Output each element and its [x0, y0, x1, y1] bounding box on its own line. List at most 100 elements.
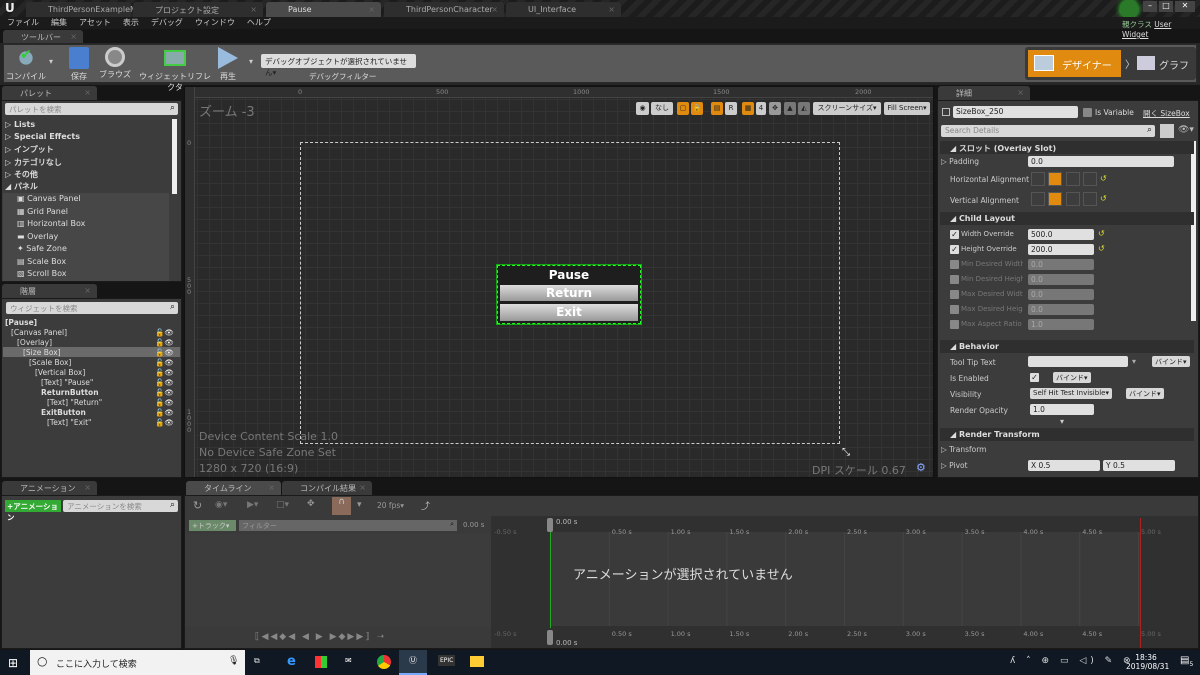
override-value-input[interactable]: 0.0: [1028, 304, 1094, 315]
lock-visibility-icon[interactable]: 🔓👁: [155, 338, 174, 347]
palette-item-horizontal-box[interactable]: ▥ Horizontal Box: [17, 219, 85, 228]
override-checkbox[interactable]: ✓: [950, 230, 959, 239]
palette-item-overlay[interactable]: ▬ Overlay: [17, 232, 58, 241]
lock-visibility-icon[interactable]: 🔓👁: [155, 378, 174, 387]
pivot-x-input[interactable]: X 0.5: [1028, 460, 1100, 471]
image-icon[interactable]: ▲: [784, 102, 796, 115]
property-matrix-button[interactable]: [1160, 124, 1174, 138]
reset-to-default-icon[interactable]: ↺: [1098, 244, 1105, 253]
store-icon[interactable]: [315, 656, 327, 668]
palette-search-input[interactable]: パレットを検索 ⌕: [5, 103, 178, 115]
widget-name-input[interactable]: SizeBox_250: [953, 106, 1078, 118]
close-icon[interactable]: ×: [250, 5, 257, 14]
section-child-layout[interactable]: ◢ Child Layout: [940, 212, 1194, 225]
tab-ui-interface[interactable]: UI_Interface ×: [506, 2, 621, 17]
taskbar-search-input[interactable]: ○ ここに入力して検索 🎙: [30, 650, 245, 675]
close-icon[interactable]: ×: [84, 88, 91, 97]
tooltip-input[interactable]: [1028, 356, 1128, 367]
hierarchy-node[interactable]: ReturnButton: [41, 388, 99, 397]
close-window-button[interactable]: ✕: [1175, 1, 1195, 12]
hierarchy-node[interactable]: [Size Box]: [23, 348, 61, 357]
reset-to-default-icon[interactable]: ↺: [1100, 174, 1107, 183]
lock-visibility-icon[interactable]: 🔓👁: [155, 348, 174, 357]
hierarchy-node[interactable]: [Vertical Box]: [35, 368, 85, 377]
palette-scrollbar[interactable]: [172, 119, 177, 194]
palette-category-special-effects[interactable]: ▷ Special Effects: [5, 132, 80, 141]
designer-canvas[interactable]: 0 500 1000 1500 2000 0 500 1000 ズーム -3 ◉…: [184, 86, 934, 478]
play-button[interactable]: 再生: [214, 47, 242, 82]
override-value-input[interactable]: 0.0: [1028, 289, 1094, 300]
menu-asset[interactable]: アセット: [79, 17, 111, 29]
menu-debug[interactable]: デバッグ: [151, 17, 183, 29]
visibility-options-eye-icon[interactable]: 👁▾: [1178, 125, 1194, 135]
palette-category-uncategorized[interactable]: ▷ カテゴリなし: [5, 157, 62, 168]
is-enabled-bind-button[interactable]: バインド▾: [1053, 372, 1091, 383]
lock-visibility-icon[interactable]: 🔓👁: [155, 418, 174, 427]
reset-to-default-icon[interactable]: ↺: [1098, 229, 1105, 238]
lock-visibility-icon[interactable]: 🔓👁: [155, 388, 174, 397]
lock-visibility-icon[interactable]: 🔓👁: [155, 398, 174, 407]
h-align-right-button[interactable]: [1066, 172, 1080, 186]
pivot-label[interactable]: ▷ Pivot: [941, 461, 968, 470]
override-checkbox[interactable]: [950, 290, 959, 299]
resize-handle[interactable]: ⤡: [842, 447, 850, 458]
lock-visibility-icon[interactable]: 🔓👁: [155, 368, 174, 377]
section-slot[interactable]: ◢ スロット (Overlay Slot): [940, 141, 1194, 154]
reset-button[interactable]: R: [725, 102, 737, 115]
clock[interactable]: 18:36 2019/08/31: [1126, 653, 1169, 671]
hierarchy-node[interactable]: ExitButton: [41, 408, 86, 417]
graph-mode-button[interactable]: グラフ: [1135, 50, 1195, 77]
override-value-input[interactable]: 0.0: [1028, 274, 1094, 285]
grid-size-dropdown[interactable]: 4: [756, 102, 766, 115]
dpi-settings-gear-icon[interactable]: ⚙: [916, 461, 926, 474]
chrome-icon[interactable]: [377, 655, 391, 669]
override-value-input[interactable]: 200.0: [1028, 244, 1094, 255]
lock-visibility-icon[interactable]: 🔓👁: [155, 408, 174, 417]
palette-item-grid-panel[interactable]: ▦ Grid Panel: [17, 207, 68, 216]
compile-button[interactable]: ✔ コンパイル: [6, 47, 46, 82]
tab-compile-results[interactable]: コンパイル結果 ×: [282, 481, 372, 495]
fps-dropdown[interactable]: 20 fps▾: [377, 501, 404, 510]
lock-visibility-icon[interactable]: 🔓👁: [155, 358, 174, 367]
menu-help[interactable]: ヘルプ: [247, 17, 271, 29]
override-value-input[interactable]: 500.0: [1028, 229, 1094, 240]
is-variable-checkbox[interactable]: [1083, 108, 1092, 117]
hierarchy-node[interactable]: [Canvas Panel]: [11, 328, 67, 337]
override-value-input[interactable]: 1.0: [1028, 319, 1094, 330]
v-align-bottom-button[interactable]: [1066, 192, 1080, 206]
debug-object-select[interactable]: デバッグオブジェクトが選択されていません▾: [261, 54, 416, 77]
tab-project-settings[interactable]: プロジェクト設定 ×: [133, 2, 263, 17]
reset-to-default-icon[interactable]: ↺: [1100, 194, 1107, 203]
menu-file[interactable]: ファイル: [7, 17, 39, 29]
section-behavior[interactable]: ◢ Behavior: [940, 340, 1194, 353]
tab-third-person-character[interactable]: ThirdPersonCharacter ×: [384, 2, 504, 17]
padding-input[interactable]: 0.0: [1028, 156, 1174, 167]
hierarchy-node[interactable]: [Text] "Return": [47, 398, 102, 407]
close-icon[interactable]: ×: [84, 286, 91, 295]
system-tray[interactable]: ʎ ˄ ⊕ ▭ ◁) ✎ ⊗: [1010, 656, 1135, 666]
mail-icon[interactable]: ✉: [345, 656, 352, 665]
palette-category-input[interactable]: ▷ インプット: [5, 144, 54, 155]
padding-label[interactable]: ▷ Padding: [941, 157, 979, 166]
designer-mode-button[interactable]: デザイナー: [1028, 50, 1121, 77]
palette-item-scale-box[interactable]: ▤ Scale Box: [17, 257, 66, 266]
visibility-dropdown[interactable]: Self Hit Test Invisible▾: [1030, 388, 1112, 399]
end-range-line[interactable]: [1140, 518, 1141, 648]
respect-locks-toggle[interactable]: ▤: [711, 102, 723, 115]
unreal-engine-taskbar-icon[interactable]: Ⓤ: [399, 650, 427, 675]
advanced-expand-icon[interactable]: ▾: [1060, 417, 1064, 426]
epic-launcher-icon[interactable]: EPIC: [438, 655, 456, 666]
v-align-top-button[interactable]: [1031, 192, 1045, 206]
stop-icon[interactable]: □▾: [276, 500, 289, 510]
file-explorer-icon[interactable]: [470, 656, 484, 667]
selected-size-box[interactable]: Pause Return Exit: [496, 264, 642, 325]
hierarchy-node[interactable]: [Pause]: [5, 318, 37, 327]
override-checkbox[interactable]: [950, 260, 959, 269]
add-animation-button[interactable]: +アニメーション: [5, 500, 61, 522]
play-options-dropdown[interactable]: ▾: [249, 57, 253, 66]
task-view-icon[interactable]: ⧉: [254, 656, 260, 666]
grid-snap-toggle[interactable]: ▦: [742, 102, 754, 115]
v-align-fill-button[interactable]: [1083, 192, 1097, 206]
tooltip-dropdown[interactable]: ▾: [1132, 357, 1136, 366]
close-icon[interactable]: ×: [491, 5, 498, 14]
